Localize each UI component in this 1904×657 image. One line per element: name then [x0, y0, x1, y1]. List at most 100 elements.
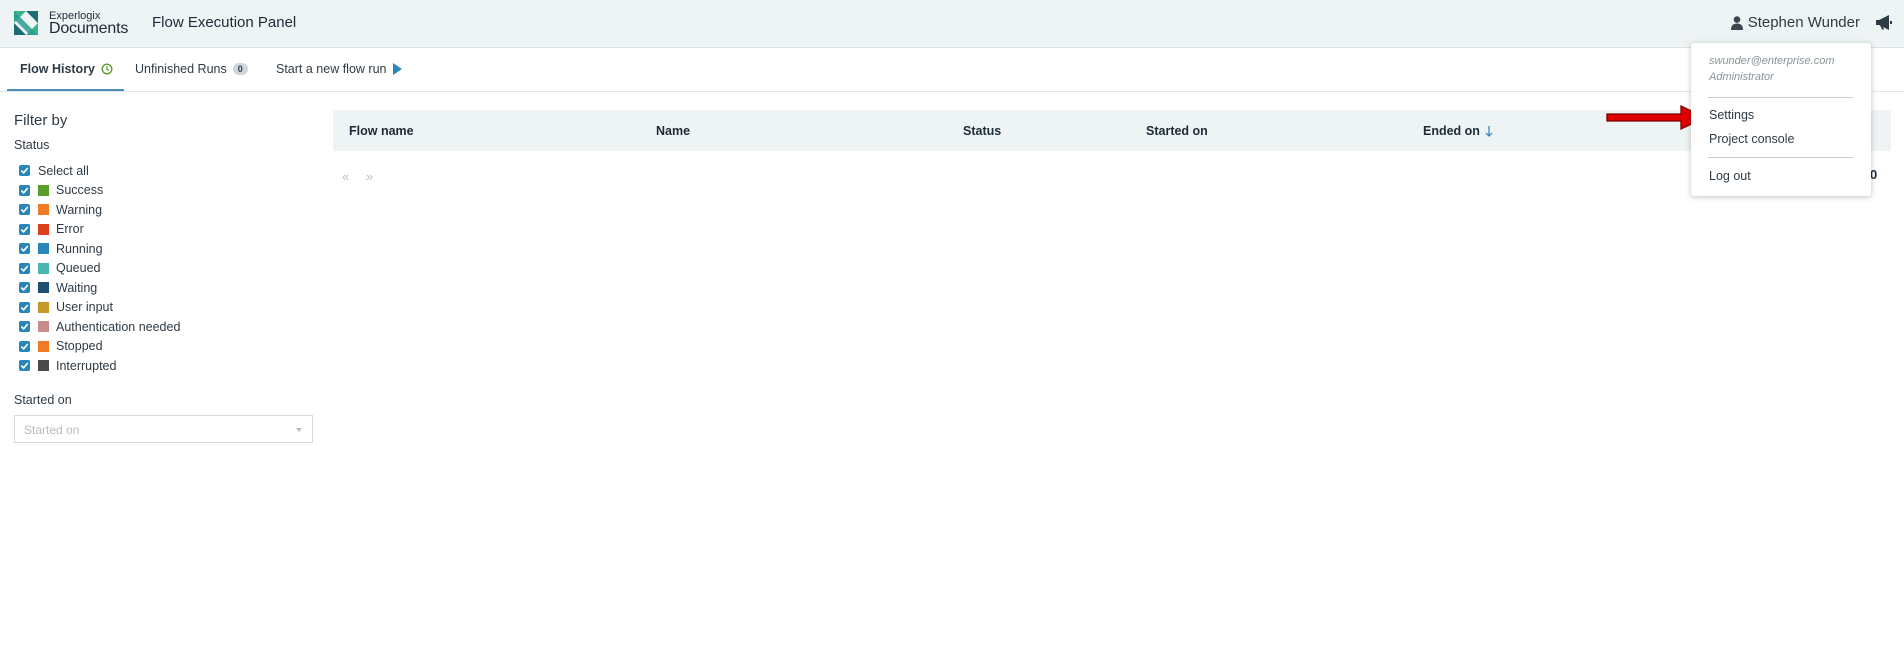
status-color-swatch [38, 282, 49, 294]
menu-item-settings[interactable]: Settings [1709, 108, 1754, 122]
filter-title: Filter by [14, 112, 68, 129]
status-color-swatch [38, 223, 49, 235]
check-icon [20, 187, 29, 194]
status-option[interactable]: User input [19, 298, 180, 318]
checkbox[interactable] [19, 282, 30, 294]
tab-flow-history[interactable]: Flow History [20, 62, 113, 76]
status-option[interactable]: Success [19, 181, 180, 201]
pager-next-button[interactable]: » [366, 169, 373, 184]
tab-start-new-flow-run[interactable]: Start a new flow run [276, 62, 403, 76]
status-option-label: Warning [56, 202, 103, 217]
check-icon [20, 226, 29, 233]
menu-item-project-console[interactable]: Project console [1709, 132, 1794, 146]
status-option[interactable]: Stopped [19, 337, 180, 357]
arrow-down-icon [1485, 125, 1493, 137]
menu-item-log-out[interactable]: Log out [1709, 169, 1751, 183]
checkbox[interactable] [19, 184, 30, 196]
status-option-label: User input [56, 300, 113, 315]
checkbox[interactable] [19, 360, 30, 372]
status-checklist: Select all Success Warning Error Running Queu… [19, 161, 180, 376]
column-label: Name [656, 124, 691, 138]
check-icon [20, 362, 29, 370]
status-option[interactable]: Warning [19, 200, 180, 220]
status-option[interactable]: Waiting [19, 278, 180, 298]
status-option[interactable]: Interrupted [19, 356, 180, 376]
tab-bar: Flow History Unfinished Runs 0 Start a n… [0, 48, 1904, 92]
check-icon [20, 343, 29, 350]
check-icon [20, 304, 29, 311]
column-header-ended-on[interactable]: Ended on [1423, 124, 1493, 138]
checkbox[interactable] [19, 165, 30, 177]
status-option[interactable]: Queued [19, 259, 180, 279]
checkbox[interactable] [19, 204, 30, 216]
pager-prev-button[interactable]: « [342, 169, 349, 184]
status-filter-label: Status [14, 138, 50, 152]
result-count: 0 [1870, 167, 1878, 182]
checkbox[interactable] [19, 243, 30, 255]
status-color-swatch [38, 321, 49, 333]
status-option-label: Queued [56, 261, 101, 276]
experlogix-logo-icon[interactable] [14, 11, 38, 35]
started-on-placeholder: Started on [24, 423, 80, 437]
status-option-label: Stopped [56, 339, 103, 354]
status-option[interactable]: Authentication needed [19, 317, 180, 337]
status-color-swatch [38, 204, 49, 216]
status-option[interactable]: Running [19, 239, 180, 259]
active-tab-indicator [7, 89, 124, 91]
top-bar: Experlogix Documents Flow Execution Pane… [0, 0, 1904, 48]
tab-label: Unfinished Runs [135, 62, 227, 76]
brand-name: Documents [49, 20, 129, 37]
megaphone-icon[interactable] [1875, 15, 1892, 30]
user-email: swunder@enterprise.com [1709, 55, 1835, 67]
menu-divider [1708, 97, 1853, 98]
status-color-swatch [38, 243, 49, 255]
check-icon [20, 167, 29, 175]
column-label: Ended on [1423, 124, 1480, 138]
count-badge: 0 [232, 63, 248, 75]
status-option-label: Running [56, 241, 103, 256]
user-role: Administrator [1709, 71, 1774, 83]
column-header-flow-name[interactable]: Flow name [349, 124, 414, 138]
user-dropdown-menu: swunder@enterprise.com Administrator Set… [1691, 43, 1871, 196]
check-icon [20, 323, 29, 331]
checkbox[interactable] [19, 223, 30, 235]
tab-label: Flow History [20, 62, 96, 76]
checkbox[interactable] [19, 340, 30, 352]
status-select-all[interactable]: Select all [19, 161, 180, 181]
check-icon [20, 284, 29, 292]
checkbox[interactable] [19, 321, 30, 333]
started-on-select[interactable]: Started on [14, 415, 313, 443]
column-header-started-on[interactable]: Started on [1146, 124, 1208, 138]
status-color-swatch [38, 262, 49, 274]
status-color-swatch [38, 360, 49, 372]
started-on-label: Started on [14, 393, 72, 407]
checkbox[interactable] [19, 262, 30, 274]
status-option-label: Error [56, 222, 84, 237]
column-header-status[interactable]: Status [963, 124, 1001, 138]
status-color-swatch [38, 340, 49, 352]
status-color-swatch [38, 184, 49, 196]
status-option-label: Success [56, 183, 104, 198]
user-menu-button[interactable]: Stephen Wunder [1730, 14, 1860, 31]
status-color-swatch [38, 301, 49, 313]
column-label: Started on [1146, 124, 1208, 138]
status-option-label: Select all [38, 163, 89, 178]
user-icon [1730, 15, 1743, 30]
check-icon [20, 265, 29, 272]
status-option-label: Interrupted [56, 358, 117, 373]
column-label: Flow name [349, 124, 414, 138]
clock-icon [101, 63, 113, 75]
status-option[interactable]: Error [19, 220, 180, 240]
caret-down-icon [296, 428, 302, 432]
check-icon [20, 245, 29, 253]
check-icon [20, 206, 29, 214]
status-option-label: Authentication needed [56, 319, 181, 334]
column-label: Status [963, 124, 1002, 138]
menu-divider [1708, 157, 1853, 158]
checkbox[interactable] [19, 301, 30, 313]
app-title: Flow Execution Panel [152, 14, 297, 31]
tab-unfinished-runs[interactable]: Unfinished Runs 0 [135, 62, 248, 76]
play-icon [393, 63, 403, 75]
status-option-label: Waiting [56, 280, 98, 295]
column-header-name[interactable]: Name [656, 124, 690, 138]
